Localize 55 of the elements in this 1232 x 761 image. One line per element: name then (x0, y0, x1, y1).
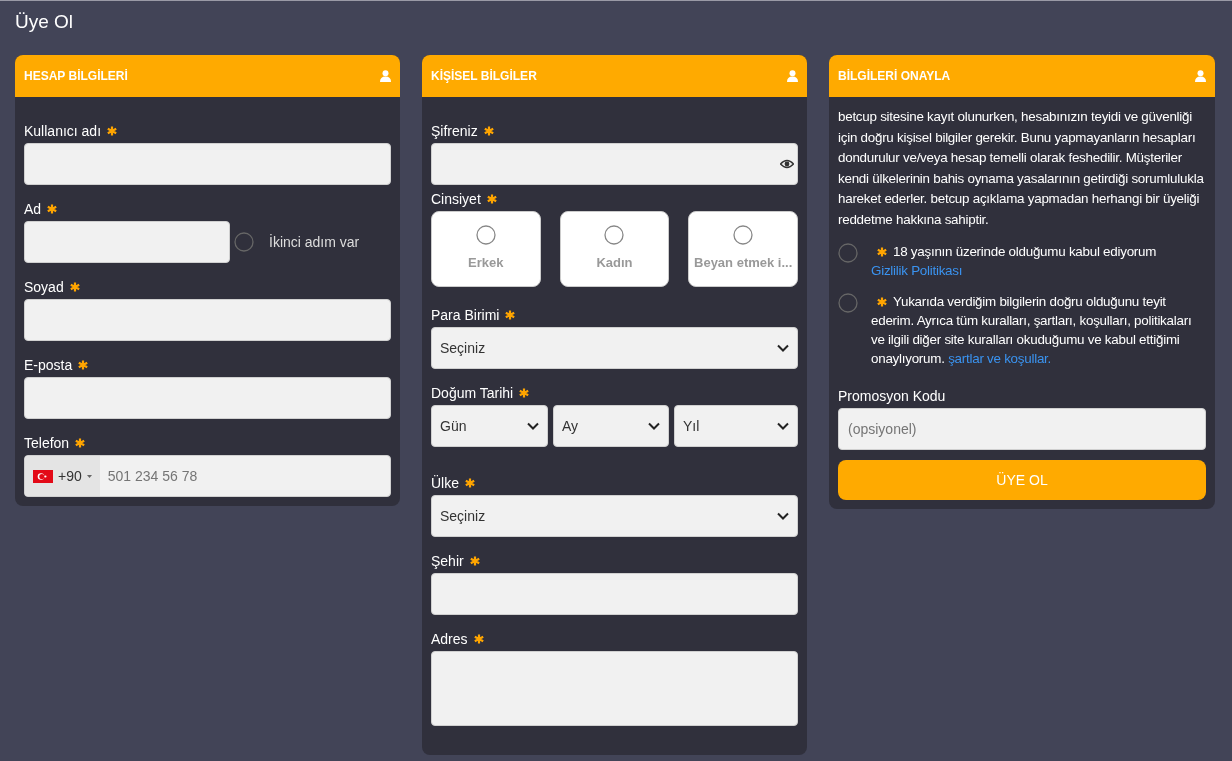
radio-icon (733, 225, 754, 245)
user-icon (1195, 70, 1206, 82)
radio-button[interactable] (838, 293, 858, 313)
country-code-selector[interactable]: +90 (25, 456, 100, 496)
dropdown[interactable]: Yıl (674, 405, 798, 447)
text-field[interactable] (431, 573, 798, 615)
policy-link[interactable]: Gizlilik Politikası (871, 263, 963, 278)
field-label: Ülke (431, 475, 459, 491)
field-label: E-posta (24, 357, 73, 373)
chevron-down-icon (777, 344, 789, 352)
chevron-down-icon (648, 422, 660, 430)
card-title: BİLGİLERİ ONAYLA (838, 69, 951, 83)
phone-field[interactable]: +90 501 234 56 78 (24, 455, 391, 497)
field-label: Şifreniz (431, 123, 478, 139)
eye-icon (780, 159, 794, 169)
radio-icon (604, 225, 625, 245)
text-field[interactable] (24, 377, 391, 419)
radio-button[interactable] (838, 243, 858, 263)
field-label: Adres (431, 631, 468, 647)
field-label: Doğum Tarihi (431, 385, 514, 401)
user-icon (380, 70, 391, 82)
info-paragraph: betcup sitesine kayıt olunurken, hesabınızın teyidi ve güvenliği için doğru kişisel bilgiler gerekir. Bunu yapmayanların hesapları dondurulur ve/veya hesap temelli olarak feshedilir. Müşteriler kendi ülkelerinin bahis oynama yasalarının getirdiği sorumlulukla hareket ederler. betcup açıklama yapmadan herhangi bir üyeliği reddetme hakkına sahiptir. (838, 108, 1205, 229)
radio-icon (475, 225, 496, 245)
field-label: Kullanıcı adı (24, 123, 102, 139)
option-label: İkinci adım var (269, 234, 360, 250)
password-field[interactable] (431, 143, 798, 185)
caret-icon (86, 474, 92, 478)
card-title: HESAP BİLGİLERİ (24, 69, 128, 83)
card-title: KİŞİSEL BİLGİLER (431, 69, 537, 83)
text-field[interactable] (24, 221, 230, 263)
agreement-text: Yukarıda verdiğim bilgilerin doğru olduğunu teyit ederim. Ayrıca tüm kuralları, şartları, koşulları, politikaları ve ilgili diğer site kuralları okuduğumu ve kabul ettiğimi onaylıyorum. şartlar ve koşullar. (871, 293, 1193, 368)
dropdown[interactable]: Seçiniz (431, 495, 798, 537)
text-field[interactable] (24, 299, 391, 341)
chevron-down-icon (777, 422, 789, 430)
dropdown[interactable]: Ay (553, 405, 669, 447)
field-label: Ad (24, 201, 42, 217)
radio-button[interactable] (234, 232, 254, 252)
flag-icon (33, 469, 53, 483)
agreement-text: 18 yaşının üzerinde olduğumu kabul ediyorum Gizlilik Politikası (871, 243, 1158, 280)
page-title: Üye Ol (15, 10, 74, 34)
user-icon (787, 70, 798, 82)
dropdown[interactable]: Seçiniz (431, 327, 798, 369)
field-label: Cinsiyet (431, 191, 481, 207)
field-label: Şehir (431, 553, 464, 569)
policy-link[interactable]: şartlar ve koşullar. (948, 351, 1052, 366)
field-label: Para Birimi (431, 307, 500, 323)
textarea-field[interactable] (431, 651, 798, 726)
field-label: Soyad (24, 279, 64, 295)
field-label: Telefon (24, 435, 70, 451)
text-field[interactable] (24, 143, 391, 185)
text-field[interactable]: (opsiyonel) (838, 408, 1206, 450)
field-label: Promosyon Kodu (838, 388, 946, 404)
chevron-down-icon (527, 422, 539, 430)
chevron-down-icon (777, 512, 789, 520)
dropdown[interactable]: Gün (431, 405, 548, 447)
